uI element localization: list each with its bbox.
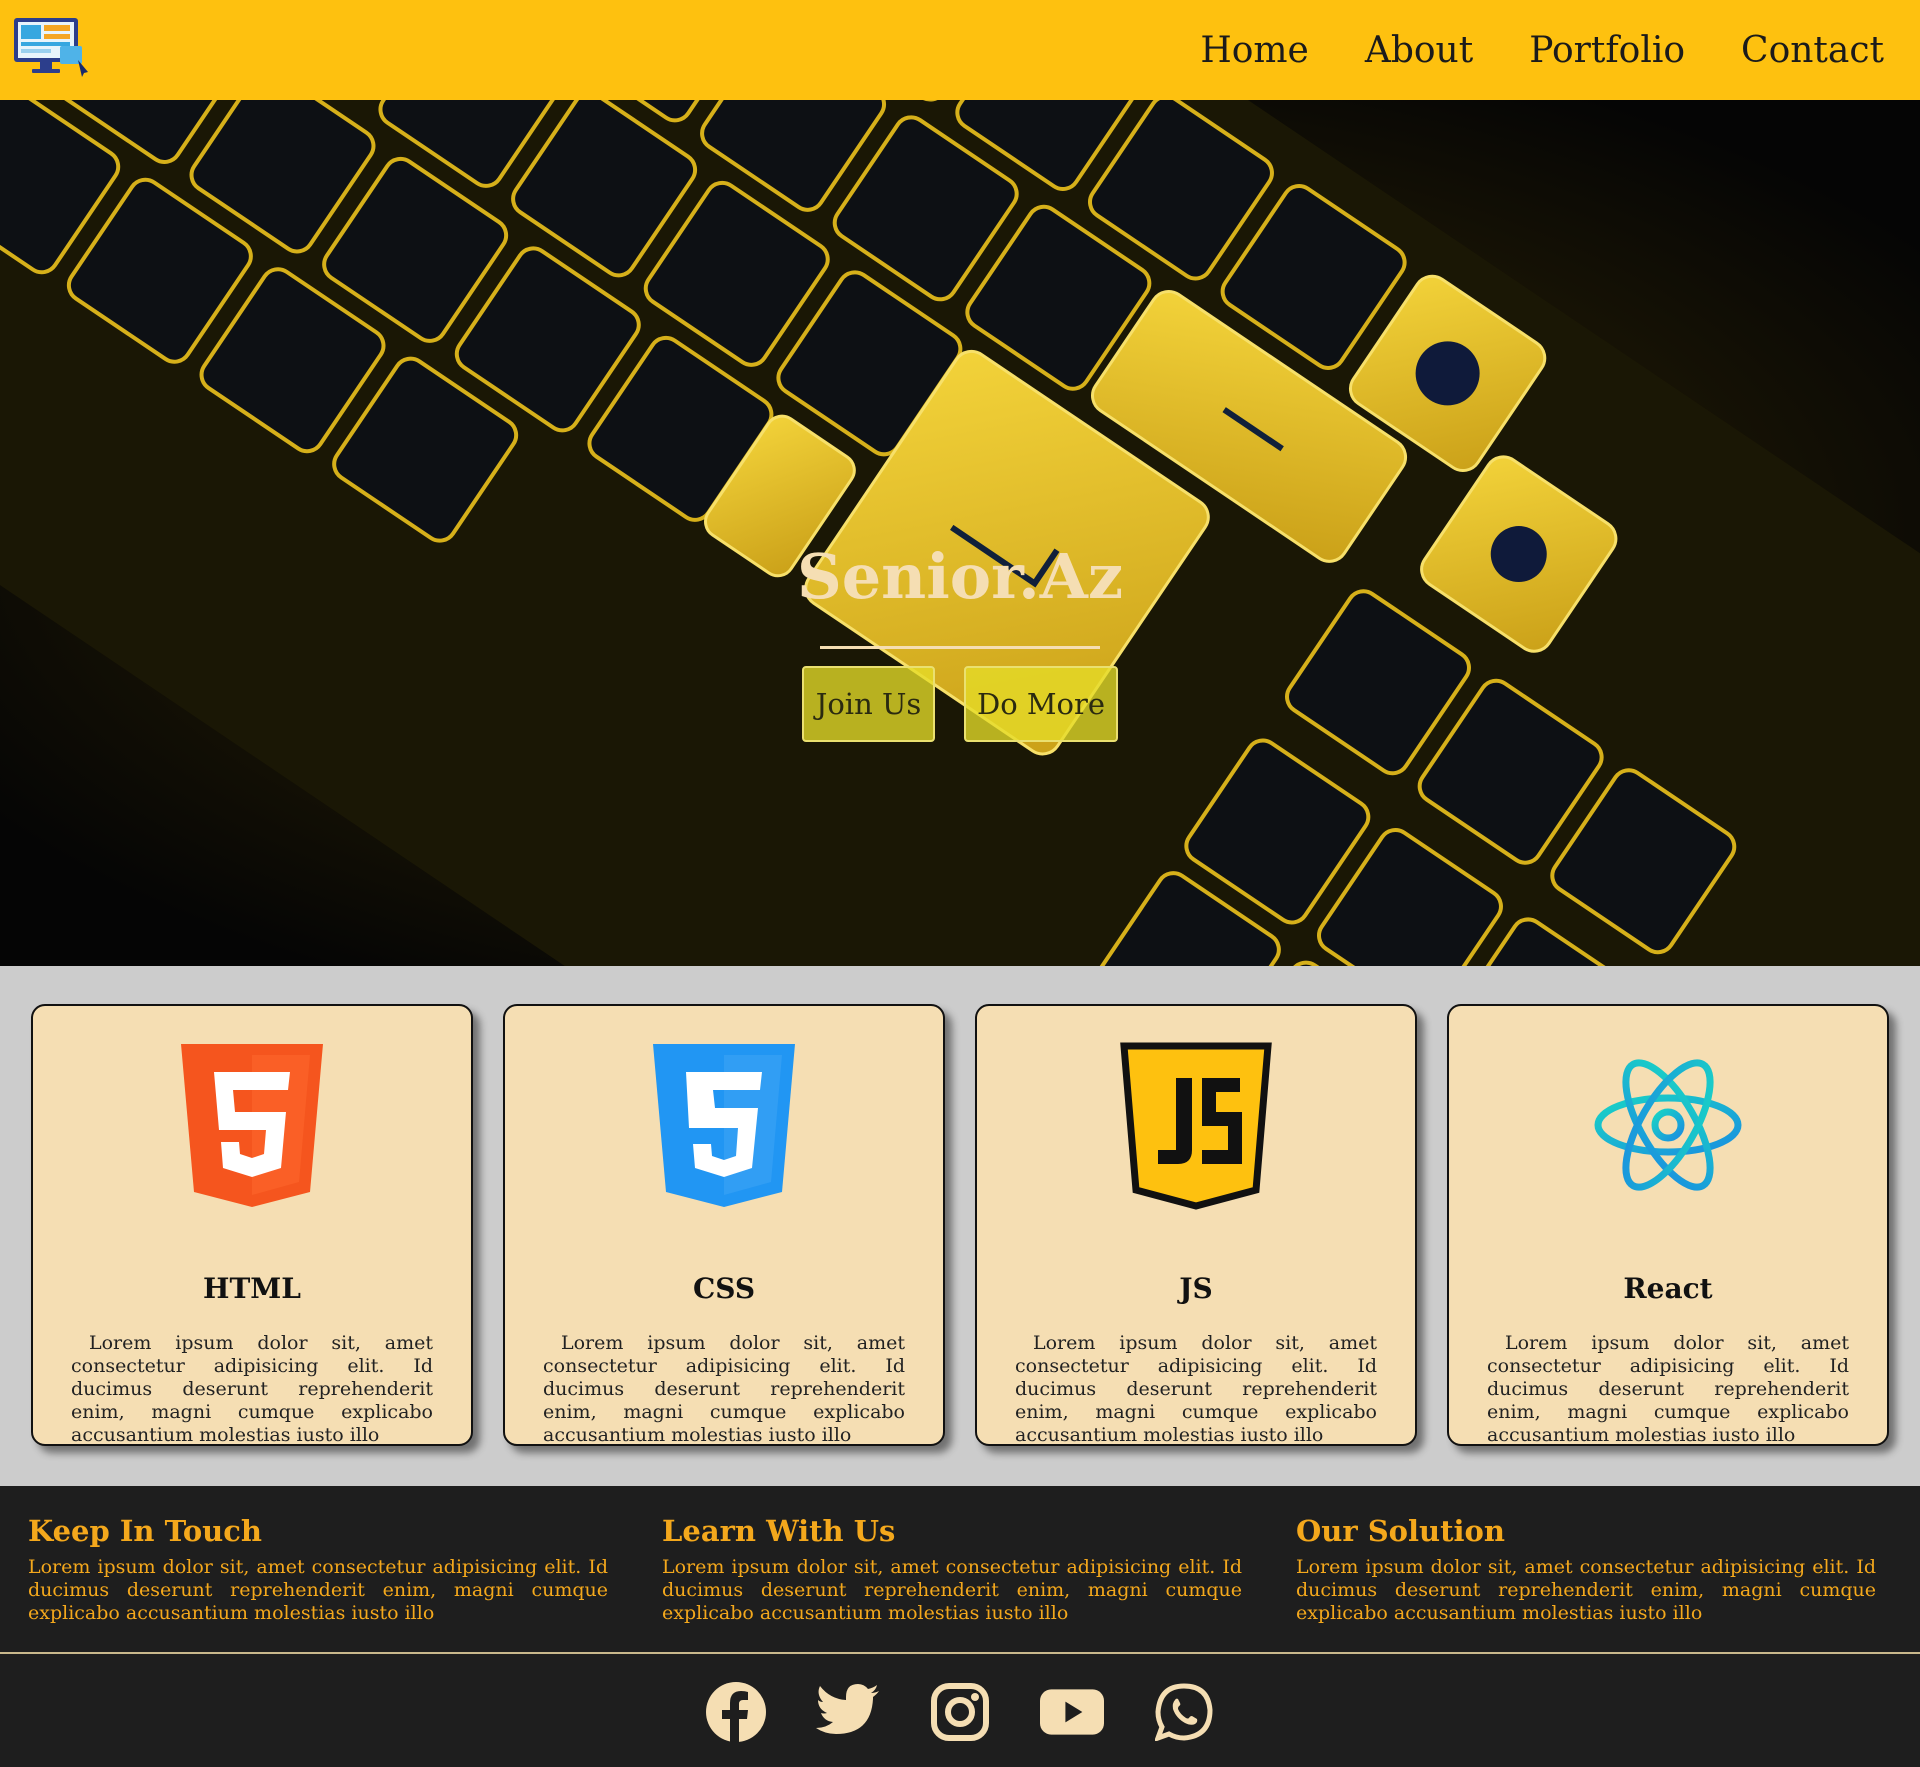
whatsapp-icon[interactable]	[1152, 1680, 1216, 1744]
card-text: Lorem ipsum dolor sit, amet consectetur …	[71, 1332, 433, 1446]
hero-title: Senior.Az	[796, 540, 1124, 613]
main-nav: Home About Portfolio Contact	[1200, 0, 1884, 100]
footer-column-text: Lorem ipsum dolor sit, amet consectetur …	[662, 1556, 1242, 1624]
join-us-button[interactable]: Join Us	[802, 666, 935, 742]
card-title: CSS	[692, 1272, 756, 1305]
footer-column-text: Lorem ipsum dolor sit, amet consectetur …	[1296, 1556, 1876, 1624]
footer-column-learn-with-us: Learn With Us Lorem ipsum dolor sit, ame…	[662, 1514, 1242, 1625]
card-css: CSS Lorem ipsum dolor sit, amet consecte…	[503, 1004, 945, 1446]
card-html: HTML Lorem ipsum dolor sit, amet consect…	[31, 1004, 473, 1446]
nav-home[interactable]: Home	[1200, 30, 1309, 71]
footer-column-title: Our Solution	[1296, 1514, 1505, 1548]
react-icon	[1594, 1059, 1742, 1191]
card-title: JS	[1179, 1272, 1213, 1305]
instagram-icon[interactable]	[928, 1680, 992, 1744]
nav-about[interactable]: About	[1365, 30, 1473, 71]
technology-cards-section: HTML Lorem ipsum dolor sit, amet consect…	[0, 966, 1920, 1486]
footer-column-title: Keep In Touch	[28, 1514, 263, 1548]
youtube-icon[interactable]	[1040, 1680, 1104, 1744]
footer-column-our-solution: Our Solution Lorem ipsum dolor sit, amet…	[1296, 1514, 1876, 1625]
card-title: React	[1623, 1272, 1713, 1305]
footer-column-title: Learn With Us	[662, 1514, 896, 1548]
nav-contact[interactable]: Contact	[1741, 30, 1884, 71]
footer-column-keep-in-touch: Keep In Touch Lorem ipsum dolor sit, ame…	[28, 1514, 608, 1625]
card-title: HTML	[203, 1272, 301, 1305]
card-text: Lorem ipsum dolor sit, amet consectetur …	[1487, 1332, 1849, 1446]
keyboard-background-image	[0, 100, 1920, 966]
footer-divider	[0, 1652, 1920, 1654]
footer-column-text: Lorem ipsum dolor sit, amet consectetur …	[28, 1556, 608, 1624]
hero-section: Senior.Az Join Us Do More	[0, 100, 1920, 966]
twitter-icon[interactable]	[816, 1680, 880, 1744]
card-react: React Lorem ipsum dolor sit, amet consec…	[1447, 1004, 1889, 1446]
card-text: Lorem ipsum dolor sit, amet consectetur …	[543, 1332, 905, 1446]
facebook-icon[interactable]	[704, 1680, 768, 1744]
card-text: Lorem ipsum dolor sit, amet consectetur …	[1015, 1332, 1377, 1446]
social-links	[0, 1680, 1920, 1744]
css3-icon	[653, 1044, 795, 1207]
js-icon	[1120, 1042, 1272, 1210]
hero-divider	[820, 646, 1100, 649]
card-js: JS Lorem ipsum dolor sit, amet consectet…	[975, 1004, 1417, 1446]
html5-icon	[181, 1044, 323, 1207]
nav-portfolio[interactable]: Portfolio	[1529, 30, 1685, 71]
site-footer: Keep In Touch Lorem ipsum dolor sit, ame…	[0, 1486, 1920, 1767]
do-more-button[interactable]: Do More	[964, 666, 1118, 742]
computer-logo-icon[interactable]	[12, 16, 90, 78]
site-header: Home About Portfolio Contact	[0, 0, 1920, 100]
